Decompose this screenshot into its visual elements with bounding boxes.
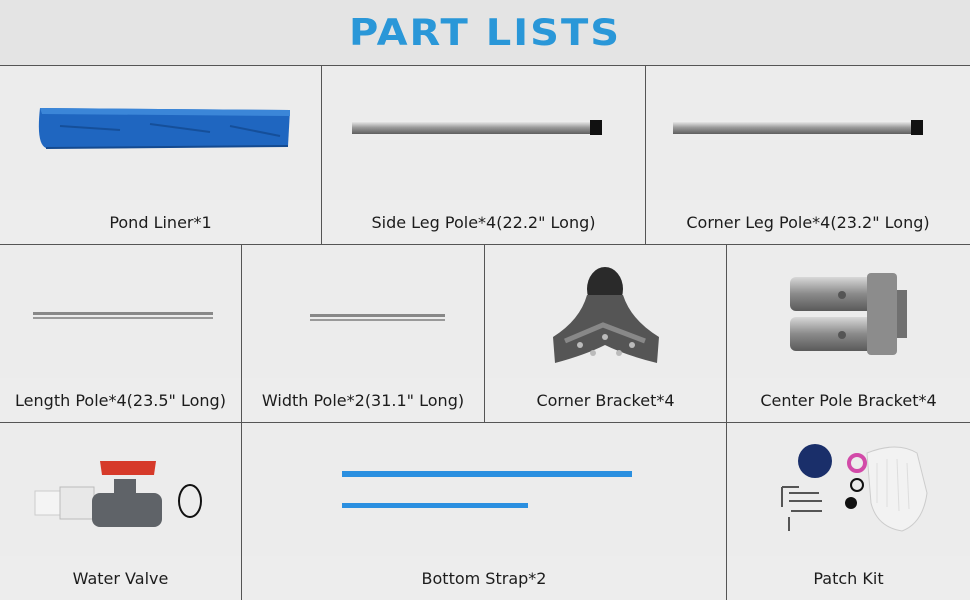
part-label: Corner Bracket*4 xyxy=(485,378,726,422)
parts-row-3: Water Valve Bottom Strap*2 Patch Kit xyxy=(0,422,970,600)
part-cell-water-valve: Water Valve xyxy=(0,423,242,600)
length-pole-icon xyxy=(33,312,213,319)
part-label: Patch Kit xyxy=(727,556,970,600)
part-label: Corner Leg Pole*4(23.2" Long) xyxy=(646,200,970,244)
part-image xyxy=(646,66,970,201)
part-image xyxy=(0,423,241,557)
part-label: Pond Liner*1 xyxy=(0,200,321,244)
part-label: Width Pole*2(31.1" Long) xyxy=(242,378,484,422)
parts-row-2: Length Pole*4(23.5" Long) Width Pole*2(3… xyxy=(0,244,970,422)
corner-leg-pole-icon xyxy=(673,120,923,135)
center-pole-bracket-icon xyxy=(790,273,907,355)
header: PART LISTS xyxy=(0,0,970,66)
part-image xyxy=(727,423,970,557)
part-label: Center Pole Bracket*4 xyxy=(727,378,970,422)
part-cell-pond-liner: Pond Liner*1 xyxy=(0,66,322,244)
part-cell-corner-bracket: Corner Bracket*4 xyxy=(485,245,727,422)
part-image xyxy=(242,423,726,557)
part-cell-corner-leg-pole: Corner Leg Pole*4(23.2" Long) xyxy=(646,66,970,244)
part-image xyxy=(322,66,645,201)
part-cell-length-pole: Length Pole*4(23.5" Long) xyxy=(0,245,242,422)
part-label: Side Leg Pole*4(22.2" Long) xyxy=(322,200,645,244)
part-label: Water Valve xyxy=(0,556,241,600)
part-label: Bottom Strap*2 xyxy=(242,556,726,600)
patch-kit-icon xyxy=(781,444,928,532)
width-pole-icon xyxy=(310,314,445,321)
part-image xyxy=(242,245,484,379)
part-cell-center-pole-bracket: Center Pole Bracket*4 xyxy=(727,245,970,422)
side-leg-pole-icon xyxy=(352,120,602,135)
part-cell-bottom-strap: Bottom Strap*2 xyxy=(242,423,727,600)
part-label: Length Pole*4(23.5" Long) xyxy=(0,378,241,422)
pond-liner-icon xyxy=(38,108,290,149)
page-title: PART LISTS xyxy=(348,11,622,55)
part-image xyxy=(0,245,241,379)
parts-row-1: Pond Liner*1 Side Leg Pole*4(22.2" Long) xyxy=(0,65,970,244)
part-cell-patch-kit: Patch Kit xyxy=(727,423,970,600)
part-image xyxy=(727,245,970,379)
part-cell-side-leg-pole: Side Leg Pole*4(22.2" Long) xyxy=(322,66,646,244)
part-image xyxy=(485,245,726,379)
corner-bracket-icon xyxy=(553,267,659,363)
part-cell-width-pole: Width Pole*2(31.1" Long) xyxy=(242,245,485,422)
part-image xyxy=(0,66,321,201)
water-valve-icon xyxy=(34,461,202,527)
bottom-strap-icon xyxy=(342,471,632,508)
